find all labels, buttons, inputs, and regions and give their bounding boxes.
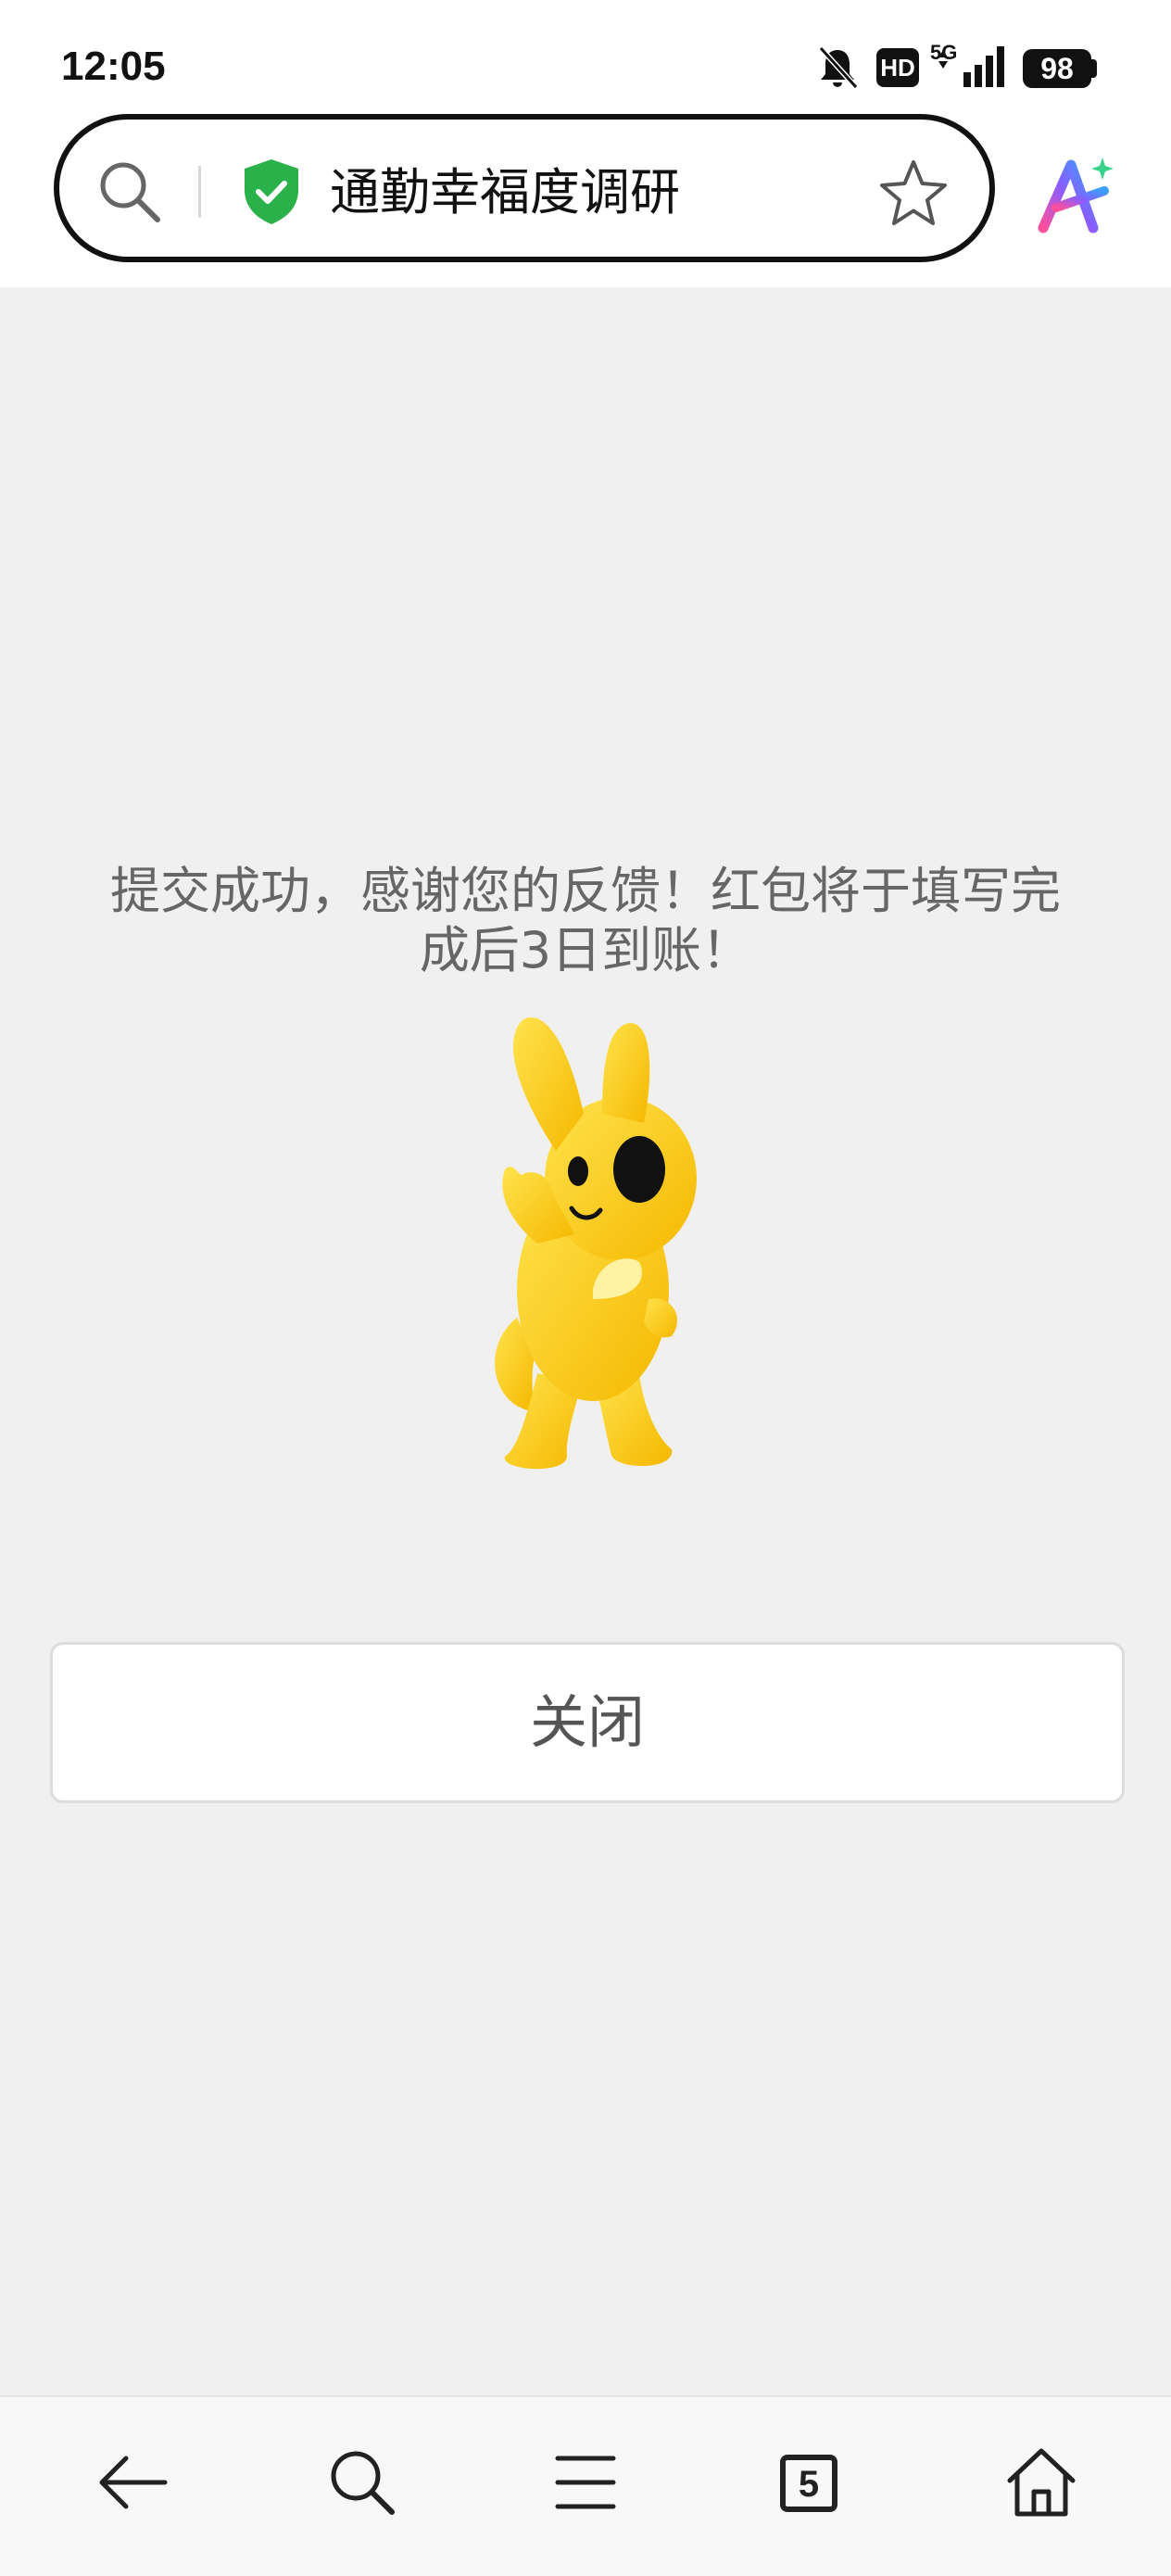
battery-tip [1091, 59, 1097, 78]
menu-button[interactable] [511, 2397, 660, 2576]
main-content: 提交成功，感谢您的反馈！红包将于填写完成后3日到账！ 关闭 [0, 287, 1171, 2395]
home-icon [1007, 2448, 1076, 2517]
close-button[interactable]: 关闭 [50, 1642, 1125, 1803]
ai-assistant-icon[interactable] [1036, 154, 1121, 237]
menu-icon [555, 2456, 616, 2509]
browser-toolbar: 通勤幸福度调研 [0, 111, 1171, 287]
back-button[interactable] [59, 2397, 208, 2576]
bell-muted-icon [818, 45, 859, 90]
tabs-icon: 5 [780, 2455, 837, 2512]
address-bar[interactable]: 通勤幸福度调研 [54, 114, 995, 262]
rabbit-mascot-image [495, 1017, 697, 1470]
tabs-button[interactable]: 5 [737, 2397, 886, 2576]
status-bar: 12:05 HD 5G 98 [0, 0, 1171, 111]
success-message: 提交成功，感谢您的反馈！红包将于填写完成后3日到账！ [110, 862, 1061, 979]
bottom-navigation: 5 [0, 2395, 1171, 2576]
hd-icon: HD [876, 48, 919, 87]
back-icon [99, 2456, 168, 2509]
signal-icon [938, 46, 1004, 87]
search-button[interactable] [288, 2397, 436, 2576]
home-button[interactable] [967, 2397, 1115, 2576]
search-icon [331, 2451, 395, 2515]
address-divider [198, 166, 201, 218]
star-icon[interactable] [876, 157, 951, 231]
shield-check-icon[interactable] [241, 157, 302, 227]
battery-icon: 98 [1023, 49, 1091, 88]
status-time: 12:05 [61, 44, 166, 89]
page-title[interactable]: 通勤幸福度调研 [330, 160, 680, 225]
search-icon[interactable] [94, 157, 165, 227]
